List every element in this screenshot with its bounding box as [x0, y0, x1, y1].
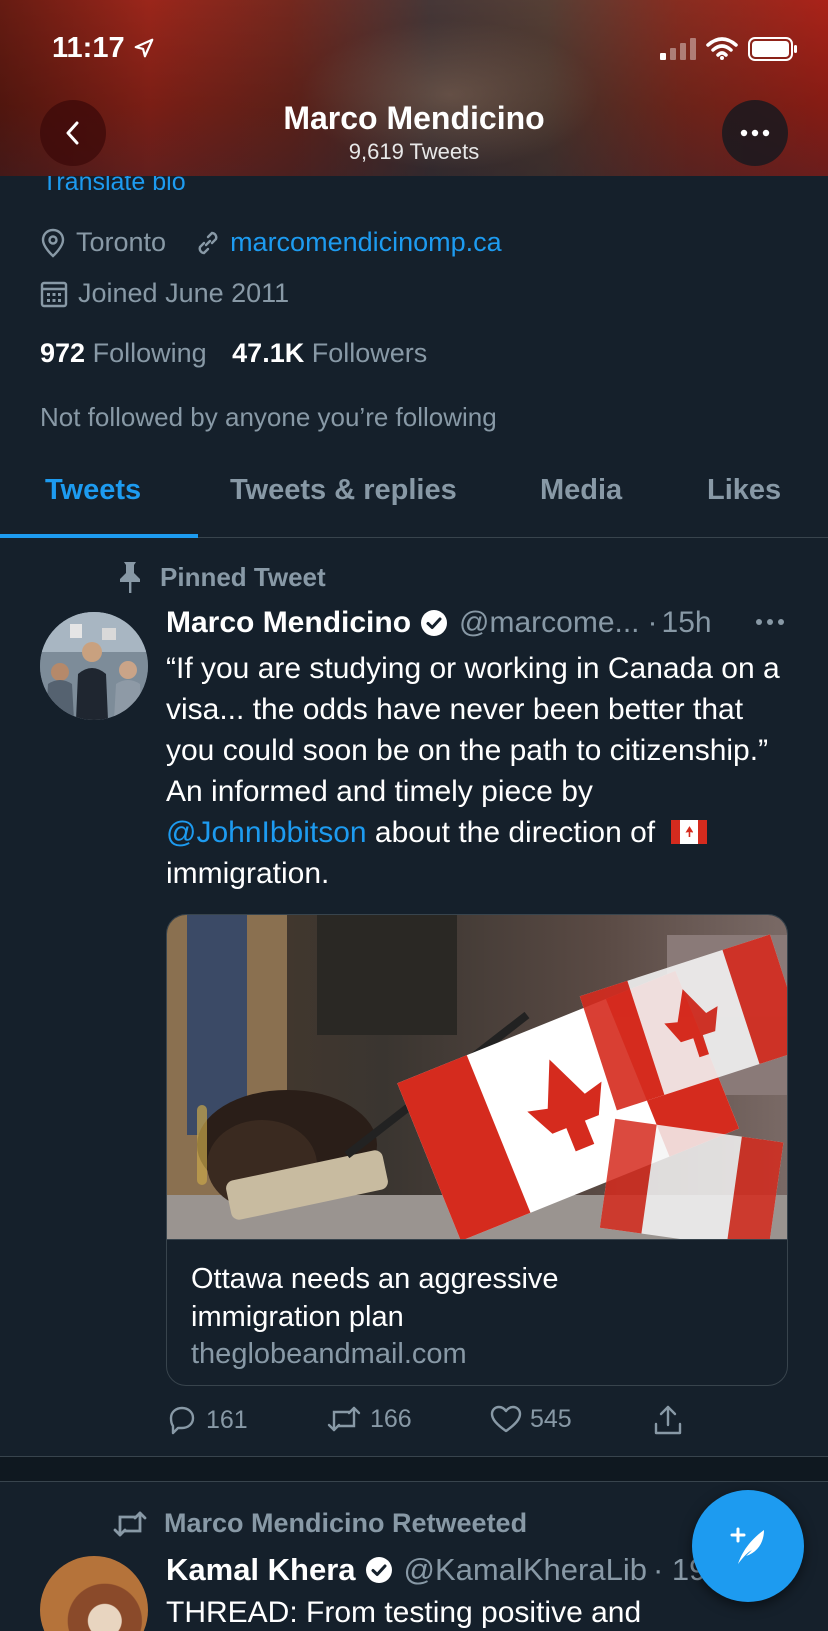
following-stat[interactable]: 972 Following — [40, 338, 207, 368]
link-preview-card[interactable]: Ottawa needs an aggressive immigration p… — [166, 914, 788, 1386]
tweet-separator — [0, 1456, 828, 1482]
tweet-header: Marco Mendicino @marcome... · 15h — [166, 606, 712, 640]
tab-tweets[interactable]: Tweets — [45, 474, 141, 507]
wifi-icon — [706, 37, 738, 60]
profile-tabs: Tweets Tweets & replies Media Likes — [0, 452, 828, 538]
tweet-body: “If you are studying or working in Canad… — [166, 648, 786, 894]
share-button[interactable] — [652, 1404, 684, 1436]
more-dots-icon — [740, 129, 770, 137]
retweet-icon — [327, 1406, 361, 1432]
followers-count: 47.1K — [232, 338, 305, 368]
avatar[interactable] — [40, 1556, 148, 1631]
verified-badge-icon — [421, 610, 448, 636]
following-count: 972 — [40, 338, 86, 368]
status-time: 11:17 — [52, 32, 125, 64]
card-domain: theglobeandmail.com — [191, 1338, 467, 1370]
profile-header: 11:17 Marco Mendicino 9,619 Tweets — [0, 0, 828, 176]
profile-meta-joined: Joined June 2011 — [40, 278, 289, 309]
retweeted-label-row: Marco Mendicino Retweeted — [112, 1508, 527, 1539]
compose-feather-icon — [730, 1527, 764, 1564]
retweet-button[interactable]: 166 — [326, 1404, 412, 1434]
battery-icon — [748, 37, 797, 61]
pinned-label: Pinned Tweet — [160, 561, 326, 592]
status-icons — [660, 36, 798, 62]
more-options-button[interactable] — [722, 100, 788, 166]
active-tab-indicator — [0, 534, 198, 538]
avatar-image — [40, 612, 148, 720]
location-arrow-icon — [134, 38, 154, 58]
card-body: Ottawa needs an aggressive immigration p… — [167, 1239, 787, 1385]
tweet-body: THREAD: From testing positive and — [166, 1596, 642, 1629]
tweet-separator-dot: · — [647, 606, 658, 639]
tweet-author-handle[interactable]: @marcome... — [459, 606, 639, 640]
verified-badge-icon — [365, 1557, 392, 1583]
not-followed-notice: Not followed by anyone you’re following — [40, 402, 497, 432]
profile-joined-date: Joined June 2011 — [78, 278, 290, 308]
pinned-label-row: Pinned Tweet — [116, 560, 326, 594]
signal-icon — [660, 38, 696, 60]
profile-location: Toronto — [76, 227, 167, 257]
tab-media[interactable]: Media — [540, 474, 622, 507]
followers-label: Followers — [311, 338, 428, 368]
card-image — [167, 915, 787, 1239]
tweet-author-name[interactable]: Marco Mendicino — [166, 606, 411, 640]
tweet-author-name[interactable]: Kamal Khera — [166, 1552, 356, 1588]
tab-likes[interactable]: Likes — [707, 474, 781, 507]
tweet-text-part1: “If you are studying or working in Canad… — [166, 652, 780, 808]
followers-stat[interactable]: 47.1K Followers — [232, 338, 427, 368]
follow-stats: 972 Following 47.1K Followers — [40, 338, 427, 369]
reply-count: 161 — [206, 1405, 248, 1434]
retweeted-label: Marco Mendicino Retweeted — [164, 1508, 528, 1538]
heart-icon — [490, 1405, 522, 1433]
header-title: Marco Mendicino — [283, 100, 545, 136]
reply-button[interactable]: 161 — [166, 1404, 248, 1436]
tweet-text-part3: immigration. — [166, 857, 330, 890]
tab-tweets-replies[interactable]: Tweets & replies — [230, 474, 457, 507]
retweet-icon — [113, 1511, 147, 1536]
compose-tweet-button[interactable] — [692, 1490, 804, 1602]
reply-icon — [169, 1406, 195, 1435]
tweet-actions: 161 166 545 — [166, 1404, 786, 1440]
profile-meta-location: Toronto marcomendicinomp.ca — [40, 227, 502, 258]
avatar[interactable] — [40, 612, 148, 720]
tweet-text-part2: about the direction of — [366, 816, 664, 849]
tweet-time: 15h — [661, 606, 712, 639]
pin-icon — [120, 562, 140, 593]
canada-flag-emoji — [671, 820, 708, 845]
tweet-author-handle[interactable]: @KamalKheraLib — [404, 1552, 647, 1588]
like-count: 545 — [530, 1404, 572, 1433]
profile-website-link[interactable]: marcomendicinomp.ca — [230, 227, 502, 258]
like-button[interactable]: 545 — [490, 1404, 572, 1434]
retweet-count: 166 — [370, 1404, 412, 1433]
card-title: Ottawa needs an aggressive immigration p… — [191, 1263, 559, 1333]
header-tweet-count: 9,619 Tweets — [348, 139, 480, 164]
location-pin-icon — [41, 228, 65, 258]
following-label: Following — [92, 338, 207, 368]
link-icon — [198, 231, 218, 254]
tweet-header: Kamal Khera @KamalKheraLib · 19 — [166, 1552, 706, 1588]
tweet-more-icon[interactable] — [754, 612, 786, 632]
calendar-icon — [40, 281, 68, 307]
share-icon — [654, 1405, 682, 1435]
tweet-mention-link[interactable]: @JohnIbbitson — [166, 816, 367, 849]
